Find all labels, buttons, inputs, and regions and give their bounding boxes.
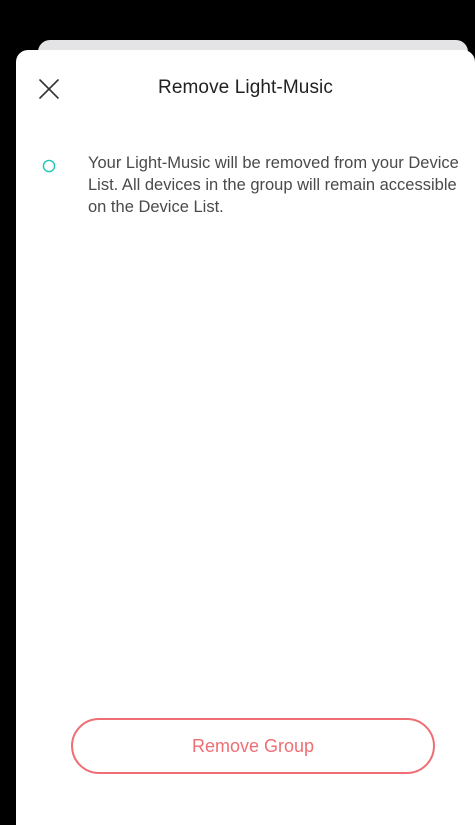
circle-bullet-icon bbox=[42, 159, 56, 173]
notice-item: Your Light-Music will be removed from yo… bbox=[42, 152, 462, 218]
notice-text: Your Light-Music will be removed from yo… bbox=[88, 154, 459, 216]
page-title: Remove Light-Music bbox=[158, 77, 333, 98]
remove-group-button[interactable]: Remove Group bbox=[71, 718, 435, 774]
remove-group-sheet: Remove Light-Music Your Light-Music will… bbox=[16, 50, 475, 825]
